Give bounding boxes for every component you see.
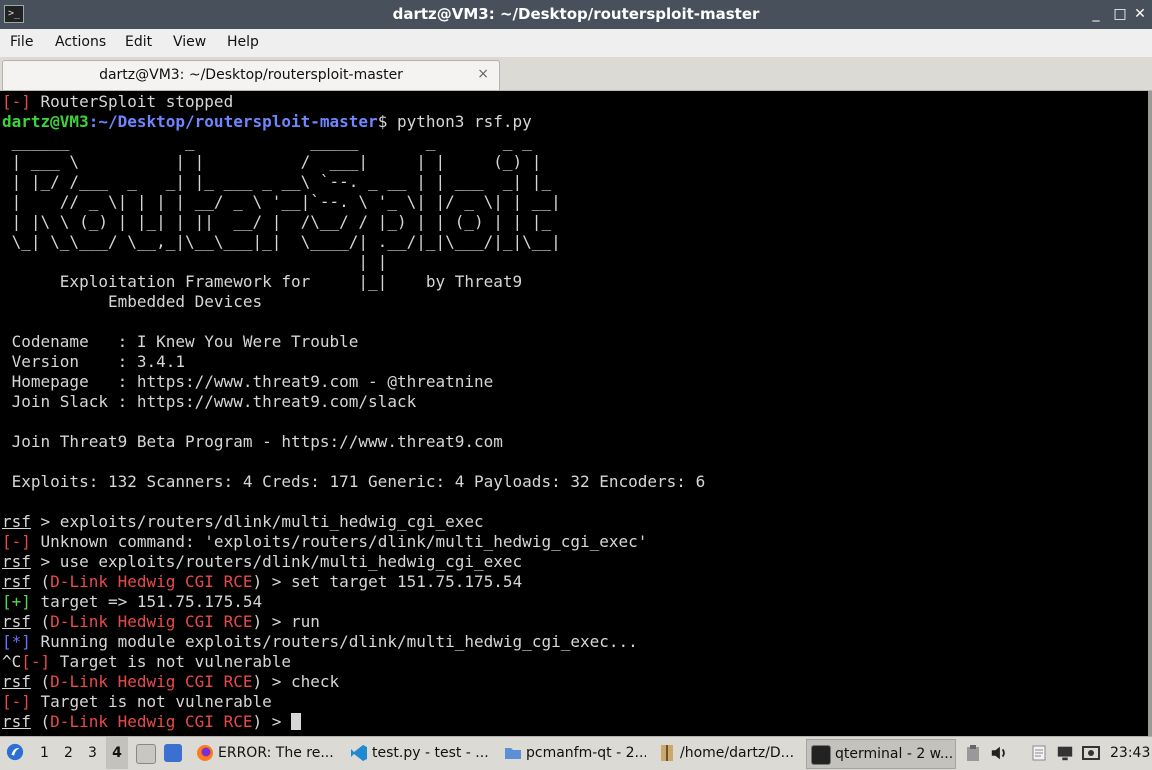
window-icon[interactable] <box>164 744 182 762</box>
task-vscode[interactable]: test.py - test - ... <box>372 737 490 769</box>
workspace-4[interactable]: 4 <box>106 737 128 769</box>
banner-line: | |_/ /___ _ _| |_ ___ _ __\ `--. _ __ |… <box>2 172 552 191</box>
network-icon[interactable] <box>1056 744 1074 762</box>
info-line: Codename : I Knew You Were Trouble <box>2 332 359 351</box>
minimize-button[interactable]: _ <box>1086 4 1106 24</box>
banner-line: | // _ \| | | | __/ _ \ '__|`--. \ '_ \|… <box>2 192 561 211</box>
show-desktop-icon[interactable] <box>136 744 156 764</box>
info-line: Join Slack : https://www.threat9.com/sla… <box>2 392 417 411</box>
archive-icon <box>661 745 673 761</box>
terminal-output[interactable]: [-] RouterSploit stopped dartz@VM3:~/Des… <box>0 91 1148 736</box>
rsf-command-line: rsf > use exploits/routers/dlink/multi_h… <box>2 552 523 571</box>
banner-line: Embedded Devices <box>2 292 263 311</box>
error-line: ^C[-] Target is not vulnerable <box>2 652 291 671</box>
taskbar: 1 2 3 4 ERROR: The re... test.py - test … <box>0 736 1152 769</box>
window-titlebar[interactable]: >_ dartz@VM3: ~/Desktop/routersploit-mas… <box>0 0 1152 29</box>
banner-line: ______ _ _____ _ _ _ <box>2 132 532 151</box>
banner-line: | |\ \ (_) | |_| | || __/ | /\__/ / |_) … <box>2 212 552 231</box>
error-line: [-] Target is not vulnerable <box>2 692 272 711</box>
task-qterminal-active[interactable]: qterminal - 2 w... <box>806 739 956 769</box>
banner-line: | | <box>2 252 388 271</box>
menubar: File Actions Edit View Help <box>0 29 1152 57</box>
terminal-tab[interactable]: dartz@VM3: ~/Desktop/routersploit-master… <box>2 60 500 90</box>
text-cursor <box>291 713 302 730</box>
info-status-line: [*] Running module exploits/routers/dlin… <box>2 632 638 651</box>
banner-line: \_| \_\___/ \__,_|\__\___|_| \____/| .__… <box>2 232 561 251</box>
task-qterminal-label: qterminal - 2 w... <box>835 746 953 762</box>
notes-icon[interactable] <box>1030 744 1048 762</box>
maximize-button[interactable]: □ <box>1110 4 1130 24</box>
clock: 23:43 <box>1110 745 1151 761</box>
screenshot-icon[interactable] <box>1082 744 1100 762</box>
banner-line: | ___ \ | | / ___| | | (_) | <box>2 152 542 171</box>
start-menu-icon[interactable] <box>6 743 24 761</box>
terminal-icon <box>811 745 831 765</box>
workspace-2[interactable]: 2 <box>64 737 73 769</box>
rsf-command-line: rsf > exploits/routers/dlink/multi_hedwi… <box>2 512 484 531</box>
volume-icon[interactable] <box>990 744 1008 762</box>
task-pcmanfm[interactable]: pcmanfm-qt - 2... <box>526 737 646 769</box>
tab-title: dartz@VM3: ~/Desktop/routersploit-master <box>99 67 403 83</box>
rsf-command-line: rsf (D-Link Hedwig CGI RCE) > run <box>2 612 320 631</box>
tab-close-icon[interactable]: × <box>477 66 489 82</box>
window-title: dartz@VM3: ~/Desktop/routersploit-master <box>392 5 760 23</box>
terminal-scrollbar[interactable] <box>1148 91 1152 736</box>
menu-file[interactable]: File <box>10 34 33 50</box>
rsf-command-line: rsf (D-Link Hedwig CGI RCE) > set target… <box>2 572 523 591</box>
workspace-1[interactable]: 1 <box>40 737 49 769</box>
close-button[interactable]: ✕ <box>1130 4 1150 24</box>
task-firefox[interactable]: ERROR: The re... <box>218 737 338 769</box>
stats-line: Exploits: 132 Scanners: 4 Creds: 171 Gen… <box>2 472 706 491</box>
terminal-line: [-] RouterSploit stopped <box>2 92 234 111</box>
banner-line: Exploitation Framework for |_| by Threat… <box>2 272 523 291</box>
beta-line: Join Threat9 Beta Program - https://www.… <box>2 432 503 451</box>
tab-bar: dartz@VM3: ~/Desktop/routersploit-master… <box>0 57 1152 91</box>
success-line: [+] target => 151.75.175.54 <box>2 592 263 611</box>
vscode-icon <box>351 745 367 761</box>
error-line: [-] Unknown command: 'exploits/routers/d… <box>2 532 648 551</box>
shell-prompt-line: dartz@VM3:~/Desktop/routersploit-master$… <box>2 112 532 131</box>
rsf-command-line: rsf (D-Link Hedwig CGI RCE) > check <box>2 672 340 691</box>
workspace-3[interactable]: 3 <box>88 737 97 769</box>
menu-view[interactable]: View <box>173 34 206 50</box>
task-home-folder[interactable]: /home/dartz/D... <box>680 737 802 769</box>
info-line: Version : 3.4.1 <box>2 352 186 371</box>
menu-edit[interactable]: Edit <box>125 34 152 50</box>
clipboard-icon[interactable] <box>964 744 982 762</box>
menu-help[interactable]: Help <box>227 34 259 50</box>
folder-icon <box>505 748 521 759</box>
info-line: Homepage : https://www.threat9.com - @th… <box>2 372 494 391</box>
menu-actions[interactable]: Actions <box>55 34 106 50</box>
rsf-input-line[interactable]: rsf (D-Link Hedwig CGI RCE) > <box>2 712 302 732</box>
firefox-icon <box>197 745 213 761</box>
